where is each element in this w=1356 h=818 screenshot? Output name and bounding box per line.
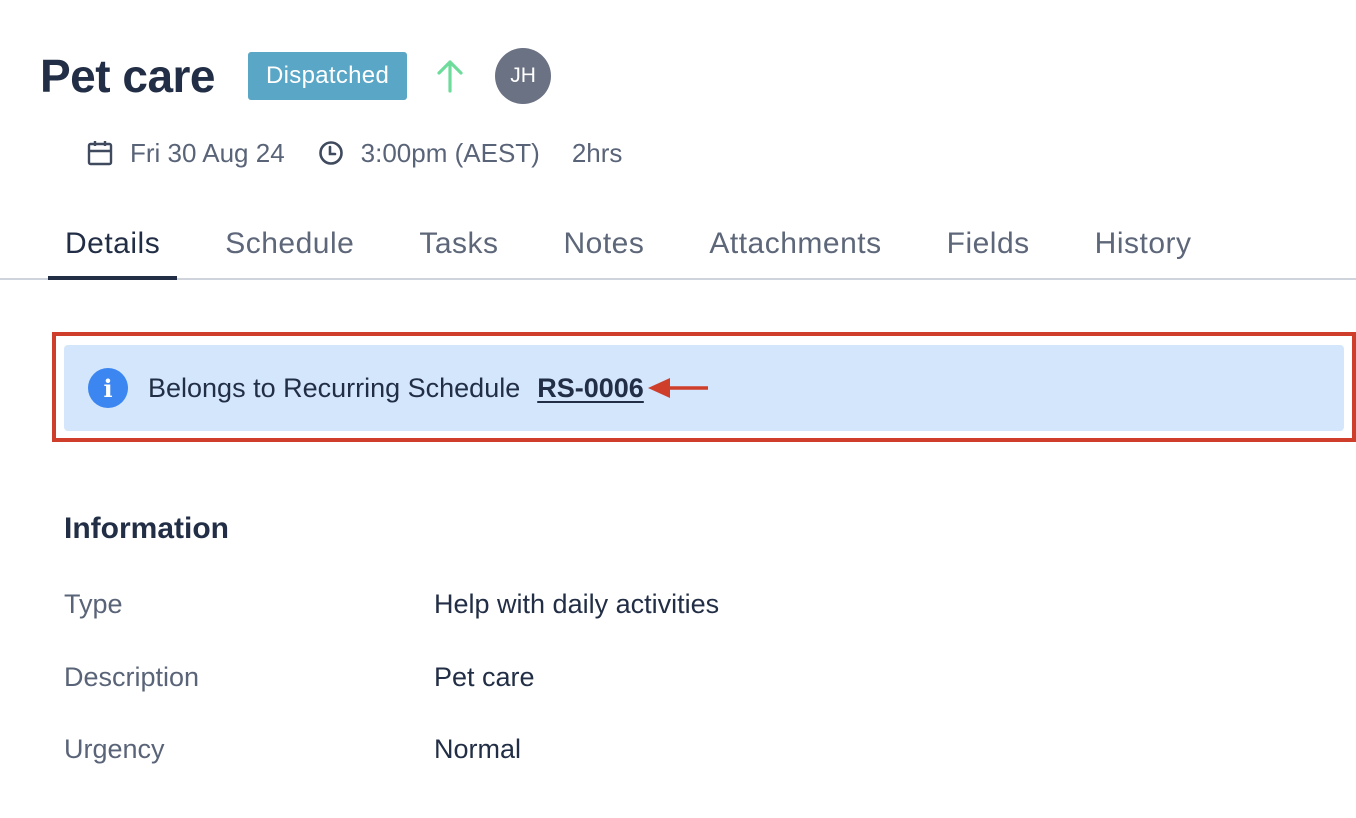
tab-details[interactable]: Details	[48, 212, 178, 280]
time-meta: 3:00pm (AEST)	[317, 138, 540, 169]
calendar-icon	[86, 139, 114, 167]
page-title: Pet care	[40, 50, 216, 102]
avatar[interactable]: JH	[495, 48, 552, 104]
info-icon: i	[88, 368, 128, 408]
info-row-urgency: Urgency Normal	[64, 729, 521, 769]
information-heading: Information	[64, 512, 229, 545]
annotation-arrow-icon	[647, 376, 710, 400]
field-value: Pet care	[434, 661, 535, 692]
field-label: Type	[64, 588, 123, 619]
duration-text: 2hrs	[571, 137, 623, 168]
arrow-up-icon	[435, 56, 465, 96]
tab-attachments[interactable]: Attachments	[692, 212, 898, 278]
tab-history[interactable]: History	[1078, 212, 1209, 278]
info-row-type: Type Help with daily activities	[64, 584, 719, 624]
callout-text: Belongs to Recurring Schedule	[148, 372, 521, 403]
field-value: Help with daily activities	[434, 588, 720, 619]
page-header: Pet care Dispatched JH	[40, 46, 552, 106]
field-value: Normal	[434, 733, 522, 764]
job-meta: Fri 30 Aug 24 3:00pm (AEST) 2hrs	[86, 134, 654, 172]
date-meta: Fri 30 Aug 24	[86, 138, 285, 169]
duration-meta: 2hrs	[572, 138, 623, 169]
tab-tasks[interactable]: Tasks	[402, 212, 515, 278]
field-label: Urgency	[64, 733, 165, 764]
tab-schedule[interactable]: Schedule	[208, 212, 371, 278]
date-text: Fri 30 Aug 24	[130, 137, 285, 168]
info-row-description: Description Pet care	[64, 657, 535, 697]
time-text: 3:00pm (AEST)	[360, 137, 540, 168]
tab-notes[interactable]: Notes	[547, 212, 662, 278]
recurring-schedule-link[interactable]: RS-0006	[537, 373, 644, 404]
status-badge[interactable]: Dispatched	[248, 52, 408, 100]
clock-icon	[317, 139, 345, 167]
recurring-schedule-callout: i Belongs to Recurring Schedule RS-0006	[64, 345, 1344, 431]
tab-fields[interactable]: Fields	[930, 212, 1047, 278]
tab-bar: Details Schedule Tasks Notes Attachments…	[0, 212, 1356, 280]
field-label: Description	[64, 661, 200, 692]
